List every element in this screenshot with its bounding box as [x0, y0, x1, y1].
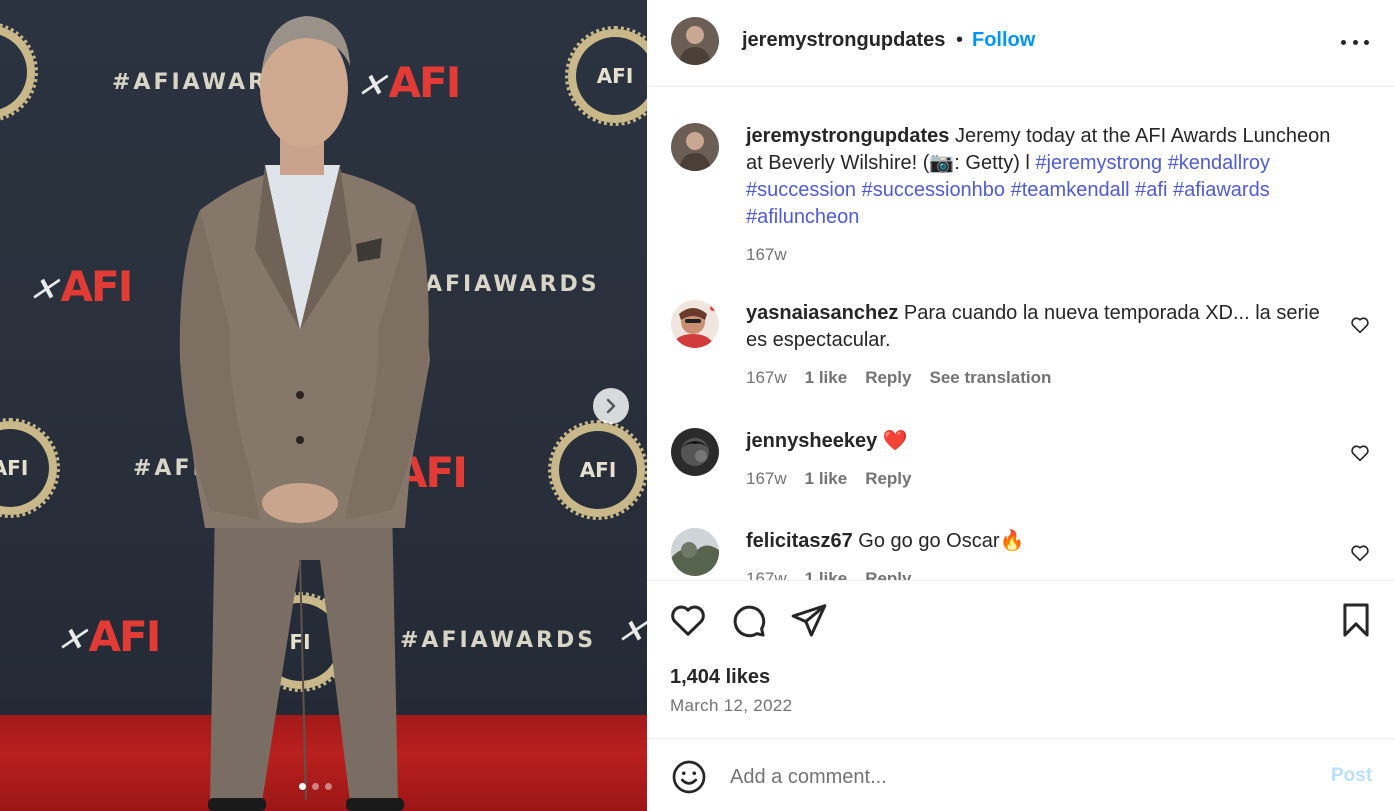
- more-options-icon[interactable]: [1341, 30, 1369, 54]
- comments-list[interactable]: jeremystrongupdates Jeremy today at the …: [647, 88, 1395, 580]
- like-comment-icon[interactable]: [1349, 314, 1371, 336]
- likes-count[interactable]: 1,404 likes: [670, 666, 770, 689]
- comment-likes[interactable]: 1 like: [805, 364, 848, 391]
- hashtag-link[interactable]: #afiawards: [1173, 179, 1270, 201]
- share-icon[interactable]: [790, 601, 828, 639]
- comment-text: Go go go Oscar🔥: [858, 530, 1025, 552]
- emoji-icon[interactable]: [671, 759, 707, 795]
- post-header: jeremystrongupdates • Follow: [647, 0, 1395, 87]
- separator-dot: •: [956, 29, 964, 51]
- camera-emoji: 📷: [929, 152, 955, 174]
- add-comment-bar: Post: [647, 738, 1395, 811]
- caption-username[interactable]: jeremystrongupdates: [746, 125, 949, 147]
- caption-text: : Getty) l: [954, 152, 1036, 174]
- avatar[interactable]: [671, 300, 719, 348]
- reply-button[interactable]: Reply: [865, 465, 911, 492]
- bookmark-icon[interactable]: [1337, 601, 1375, 639]
- carousel-dot: [299, 783, 306, 790]
- hashtag-link[interactable]: #teamkendall: [1011, 179, 1130, 201]
- post-panel: jeremystrongupdates • Follow jeremystron…: [647, 0, 1395, 811]
- like-comment-icon[interactable]: [1349, 442, 1371, 464]
- avatar[interactable]: [671, 528, 719, 576]
- carousel-indicator: [299, 783, 332, 790]
- avatar[interactable]: [671, 17, 719, 65]
- chevron-right-icon: [606, 398, 616, 414]
- see-translation-button[interactable]: See translation: [929, 364, 1051, 391]
- comment-username[interactable]: yasnaiasanchez: [746, 302, 898, 324]
- timestamp[interactable]: 167w: [746, 241, 787, 268]
- comment-likes[interactable]: 1 like: [805, 565, 848, 580]
- author-username[interactable]: jeremystrongupdates: [742, 29, 945, 52]
- hashtag-link[interactable]: #kendallroy: [1168, 152, 1270, 174]
- post-actions: 1,404 likes March 12, 2022: [647, 580, 1395, 730]
- hashtag-link[interactable]: #afi: [1135, 179, 1167, 201]
- carousel-dot: [312, 783, 319, 790]
- like-comment-icon[interactable]: [1349, 542, 1371, 564]
- follow-button[interactable]: Follow: [972, 29, 1035, 52]
- avatar[interactable]: [671, 123, 719, 171]
- post-comment-button[interactable]: Post: [1331, 765, 1372, 787]
- hashtag-link[interactable]: #succession: [746, 179, 856, 201]
- comment-icon[interactable]: [729, 601, 767, 639]
- reply-button[interactable]: Reply: [865, 565, 911, 580]
- heart-emoji: ❤️: [882, 430, 908, 452]
- hashtag-link[interactable]: #successionhbo: [862, 179, 1005, 201]
- comment-username[interactable]: felicitasz67: [746, 530, 853, 552]
- post-media[interactable]: #AFIAWAR ✕AFI AFI ✕AFI AFIAWARDS AFI #AF…: [0, 0, 647, 811]
- heart-icon[interactable]: [669, 601, 707, 639]
- timestamp[interactable]: 167w: [746, 465, 787, 492]
- next-slide-button[interactable]: [593, 388, 629, 424]
- timestamp[interactable]: 167w: [746, 364, 787, 391]
- avatar[interactable]: [671, 428, 719, 476]
- comment-input[interactable]: [730, 761, 1290, 793]
- person-in-suit: [179, 16, 430, 811]
- reply-button[interactable]: Reply: [865, 364, 911, 391]
- hashtag-link[interactable]: #jeremystrong: [1035, 152, 1162, 174]
- timestamp[interactable]: 167w: [746, 565, 787, 580]
- carousel-dot: [325, 783, 332, 790]
- comment-username[interactable]: jennysheekey: [746, 430, 877, 452]
- hashtag-link[interactable]: #afiluncheon: [746, 206, 859, 228]
- post-date: March 12, 2022: [670, 696, 793, 715]
- comment-likes[interactable]: 1 like: [805, 465, 848, 492]
